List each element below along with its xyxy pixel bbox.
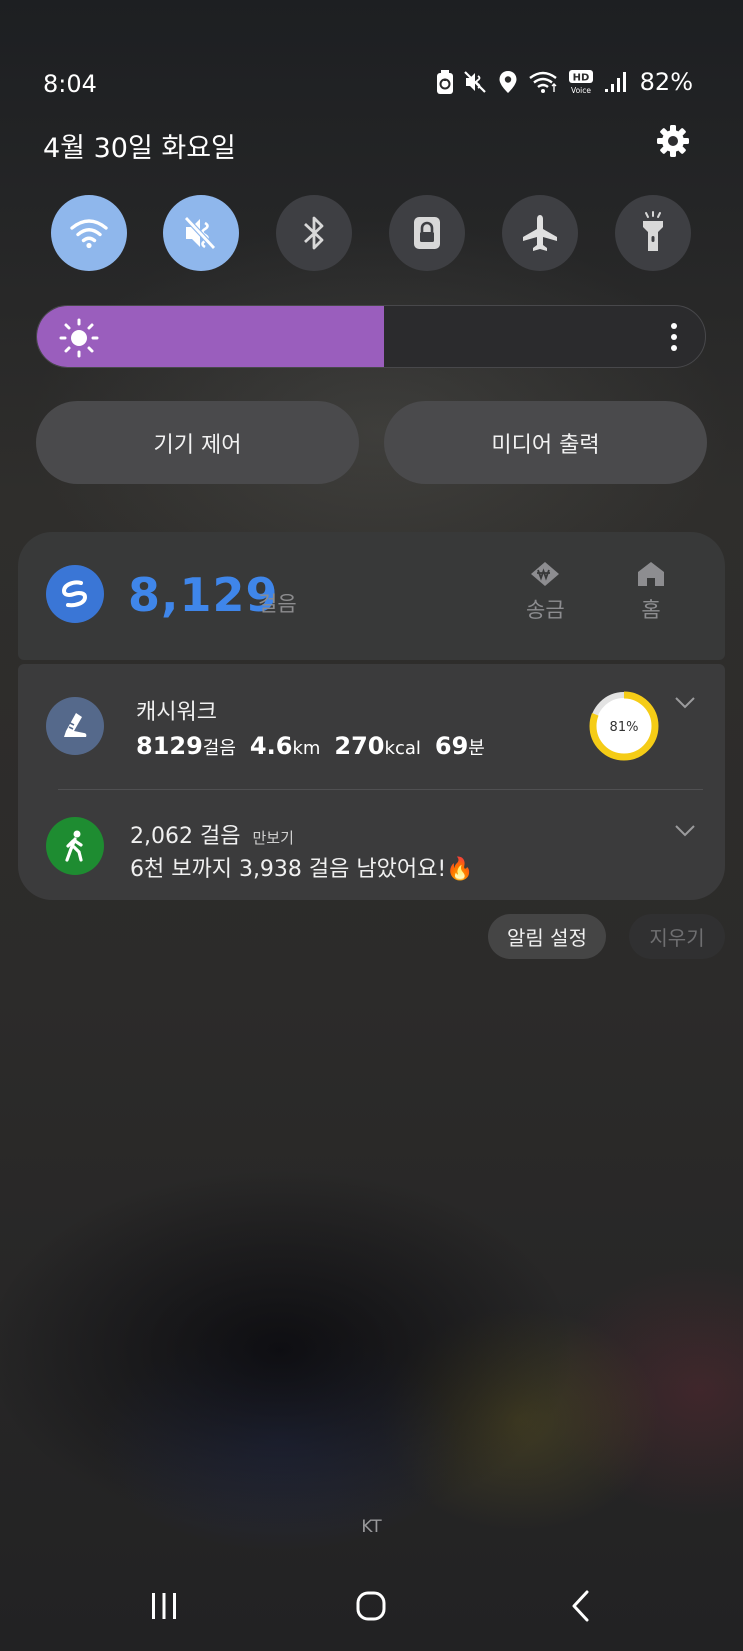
settings-button[interactable]: [655, 123, 691, 159]
pay-step-unit: 걸음: [258, 592, 297, 616]
sun-icon: [59, 318, 99, 358]
cashwalk-progress-label: 81%: [610, 720, 639, 735]
cashwalk-logo: [46, 697, 104, 755]
home-circle-icon: [356, 1591, 386, 1621]
home-icon: [638, 562, 664, 586]
cashwalk-steps: 8129: [136, 732, 203, 760]
samsung-pay-logo: [46, 565, 104, 623]
back-button[interactable]: [551, 1584, 611, 1628]
sound-toggle[interactable]: [163, 195, 239, 271]
chevron-down-icon[interactable]: [674, 824, 696, 838]
pay-logo-icon: [61, 580, 88, 608]
cashwalk-stats: 8129 걸음 4.6 km 270 kcal 69 분: [136, 732, 499, 760]
signal-icon: [604, 72, 626, 92]
carrier-label: KT: [361, 1517, 382, 1537]
flashlight-toggle[interactable]: [615, 195, 691, 271]
bluetooth-icon: [304, 216, 324, 250]
cashwalk-progress-ring: 81%: [589, 691, 659, 761]
send-money-button[interactable]: 송금: [526, 560, 565, 624]
pedometer-message: 6천 보까지 3,938 걸음 남았어요!🔥: [130, 857, 474, 882]
recent-apps-icon: [152, 1593, 176, 1619]
location-icon: [499, 71, 517, 93]
cashwalk-title: 캐시워크: [136, 700, 217, 725]
home-button[interactable]: 홈: [636, 560, 666, 624]
bluetooth-toggle[interactable]: [276, 195, 352, 271]
home-nav-button[interactable]: [341, 1584, 401, 1628]
airplane-toggle[interactable]: [502, 195, 578, 271]
device-control-button[interactable]: 기기 제어: [36, 401, 359, 484]
media-output-button[interactable]: 미디어 출력: [384, 401, 707, 484]
recent-apps-button[interactable]: [134, 1584, 194, 1628]
more-options-icon[interactable]: [669, 322, 679, 352]
brightness-slider[interactable]: [36, 305, 706, 368]
cashwalk-distance-unit: km: [292, 738, 321, 759]
send-money-label: 송금: [526, 598, 565, 622]
airplane-icon: [523, 215, 557, 251]
back-icon: [572, 1590, 589, 1622]
flashlight-icon: [643, 211, 663, 251]
home-label: 홈: [641, 598, 661, 622]
status-icons: HD Voice 82%: [436, 68, 693, 96]
cashwalk-minutes: 69: [434, 732, 469, 760]
rotation-lock-toggle[interactable]: [389, 195, 465, 271]
hd-voice-icon: HD Voice: [568, 70, 593, 95]
clear-button[interactable]: 지우기: [629, 914, 725, 959]
mute-icon: [463, 71, 486, 93]
notification-group: 캐시워크 8129 걸음 4.6 km 270 kcal 69 분 81% 2,…: [18, 664, 725, 900]
cashwalk-calories-unit: kcal: [384, 738, 421, 759]
lock-icon: [414, 217, 440, 249]
cashwalk-steps-unit: 걸음: [202, 738, 236, 759]
divider: [58, 789, 703, 790]
samsung-pay-notification[interactable]: 8,129 걸음 송금 홈: [18, 532, 725, 660]
gear-icon: [657, 125, 689, 157]
pedometer-logo: [46, 817, 104, 875]
pay-step-count: 8,129: [128, 568, 279, 622]
date-label: 4월 30일 화요일: [43, 133, 236, 164]
won-coin-icon: [531, 562, 560, 586]
chevron-down-icon[interactable]: [674, 696, 696, 710]
cashwalk-distance: 4.6: [249, 732, 293, 760]
pedometer-title: 2,062 걸음 만보기: [130, 818, 294, 850]
wifi-toggle[interactable]: [51, 195, 127, 271]
mute-icon: [184, 216, 216, 250]
walking-person-icon: [65, 830, 83, 862]
cashwalk-minutes-unit: 분: [468, 738, 485, 759]
svg-text:HD: HD: [572, 73, 589, 84]
wifi-icon: [70, 219, 108, 249]
status-time: 8:04: [43, 70, 97, 98]
svg-text:Voice: Voice: [571, 86, 591, 95]
cashwalk-calories: 270: [334, 732, 385, 760]
shoe-icon: [64, 713, 87, 737]
pedometer-app-name: 만보기: [252, 829, 294, 847]
pedometer-steps: 2,062 걸음: [130, 824, 241, 849]
wifi-icon: [528, 71, 557, 93]
battery-saver-icon: [436, 70, 453, 94]
notification-settings-button[interactable]: 알림 설정: [488, 914, 606, 959]
battery-percent: 82%: [639, 68, 693, 96]
